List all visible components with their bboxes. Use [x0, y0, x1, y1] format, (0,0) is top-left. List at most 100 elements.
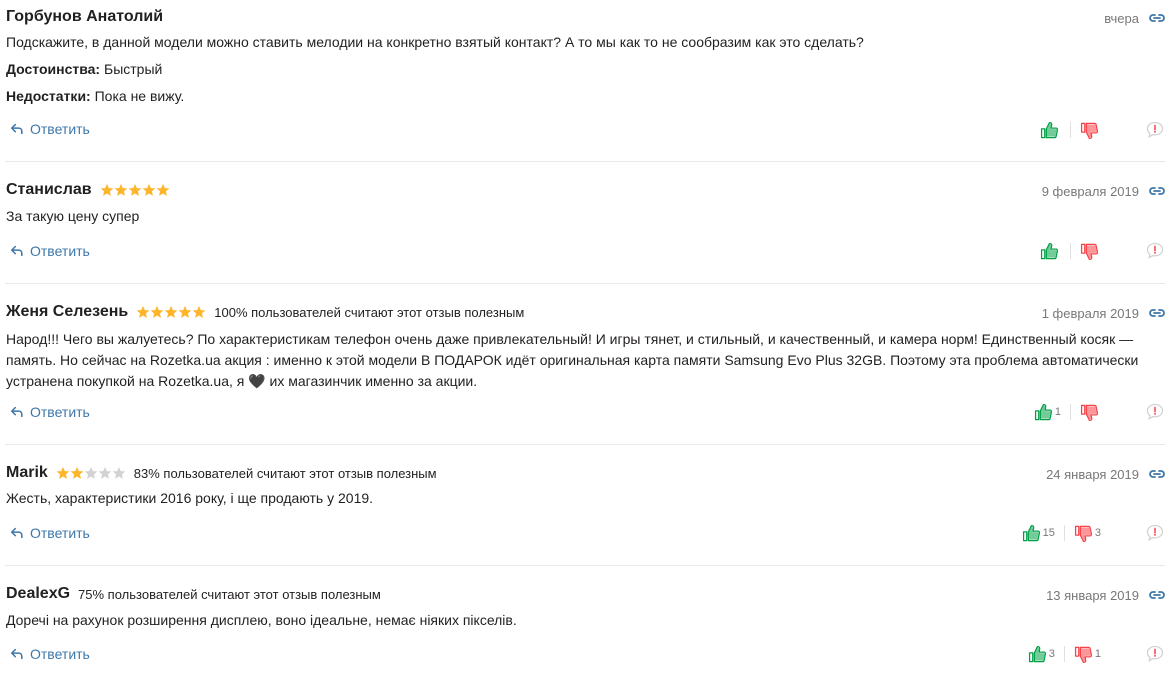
review-date: 1 февраля 2019 — [1041, 306, 1139, 321]
reply-label: Ответить — [30, 121, 90, 137]
complain-icon[interactable] — [1145, 644, 1165, 664]
dislike-button[interactable]: 3 — [1074, 524, 1101, 543]
like-button[interactable]: 15 — [1022, 524, 1055, 543]
review-date: 13 января 2019 — [1046, 588, 1139, 603]
like-button[interactable] — [1040, 242, 1061, 261]
star-filled-icon — [136, 305, 150, 319]
review-cons: Недостатки: Пока не вижу. — [6, 86, 1146, 107]
thumb-down-icon — [1074, 645, 1093, 664]
like-count: 15 — [1042, 527, 1055, 539]
review-date: 9 февраля 2019 — [1041, 184, 1139, 199]
dislike-button[interactable] — [1080, 242, 1101, 261]
thumb-up-icon — [1022, 524, 1041, 543]
review-text: Жесть, характеристики 2016 року, і ще пр… — [6, 490, 374, 506]
review-author: Горбунов Анатолий — [6, 8, 164, 25]
star-filled-icon — [100, 183, 114, 197]
star-filled-icon — [128, 183, 142, 197]
reply-label: Ответить — [30, 404, 90, 420]
link-icon[interactable] — [1149, 469, 1165, 479]
reply-icon — [10, 122, 24, 136]
star-filled-icon — [150, 305, 164, 319]
review-votes: 15 3 — [1022, 523, 1165, 543]
review-votes: 3 1 — [1028, 644, 1165, 664]
complain-icon[interactable] — [1145, 402, 1165, 422]
review-header: Станислав — [6, 180, 178, 200]
like-button[interactable] — [1040, 121, 1061, 140]
reply-label: Ответить — [30, 646, 90, 662]
star-filled-icon — [142, 183, 156, 197]
reply-icon — [10, 647, 24, 661]
star-filled-icon — [156, 183, 170, 197]
usefulness-text: 100% пользователей считают этот отзыв по… — [214, 304, 525, 320]
review-text: Доречі на рахунок розширення дисплею, во… — [6, 612, 517, 628]
review-text: За такую цену супер — [6, 208, 140, 224]
star-empty-icon — [84, 466, 98, 480]
like-button[interactable]: 3 — [1028, 645, 1055, 664]
review-author: DealexG — [6, 585, 71, 602]
review-divider — [5, 161, 1165, 162]
review-divider — [5, 565, 1165, 566]
thumb-up-icon — [1040, 121, 1059, 140]
rating-stars — [100, 183, 170, 197]
star-filled-icon — [164, 305, 178, 319]
review-date: 24 января 2019 — [1046, 467, 1139, 482]
pros-value: Быстрый — [104, 61, 163, 77]
review-text: Народ!!! Чего вы жалуетесь? По характери… — [6, 331, 1139, 389]
link-icon[interactable] — [1149, 590, 1165, 600]
review-header: Горбунов Анатолий — [6, 7, 171, 27]
reply-icon — [10, 526, 24, 540]
dislike-count: 1 — [1094, 648, 1101, 660]
reply-button[interactable]: Ответить — [10, 646, 90, 662]
vote-divider — [1070, 243, 1071, 259]
usefulness-text: 83% пользователей считают этот отзыв пол… — [133, 465, 437, 481]
rating-stars — [136, 305, 206, 319]
link-icon[interactable] — [1149, 186, 1165, 196]
review-votes: 1 — [1034, 402, 1165, 422]
complain-icon[interactable] — [1145, 241, 1165, 261]
vote-divider — [1063, 525, 1065, 541]
complain-icon[interactable] — [1145, 523, 1165, 543]
thumb-up-icon — [1028, 645, 1047, 664]
thumb-down-icon — [1080, 242, 1099, 261]
rating-stars — [56, 466, 126, 480]
like-count: 1 — [1054, 406, 1061, 418]
cons-label: Недостатки: — [6, 88, 91, 104]
pros-label: Достоинства: — [6, 61, 101, 77]
vote-divider — [1063, 646, 1065, 662]
dislike-button[interactable] — [1080, 403, 1101, 422]
link-icon[interactable] — [1149, 13, 1165, 23]
like-button[interactable]: 1 — [1034, 403, 1061, 422]
star-empty-icon — [98, 466, 112, 480]
thumb-down-icon — [1080, 121, 1099, 140]
review-text: Подскажите, в данной модели можно ставит… — [6, 34, 864, 50]
vote-divider — [1070, 404, 1071, 420]
star-filled-icon — [114, 183, 128, 197]
thumb-down-icon — [1080, 403, 1099, 422]
thumb-down-icon — [1074, 524, 1093, 543]
dislike-button[interactable] — [1080, 121, 1101, 140]
review-author: Marik — [6, 464, 48, 481]
link-icon[interactable] — [1149, 308, 1165, 318]
review-header: Женя Селезень 100% пользователей считают… — [6, 302, 524, 322]
review-votes — [1040, 120, 1165, 140]
reply-button[interactable]: Ответить — [10, 121, 90, 137]
reply-button[interactable]: Ответить — [10, 404, 90, 420]
review-header: DealexG 75% пользователей считают этот о… — [6, 584, 381, 604]
cons-value: Пока не вижу. — [94, 88, 185, 104]
like-count: 3 — [1048, 648, 1055, 660]
complain-icon[interactable] — [1145, 120, 1165, 140]
reply-icon — [10, 244, 24, 258]
star-filled-icon — [70, 466, 84, 480]
star-empty-icon — [112, 466, 126, 480]
reply-label: Ответить — [30, 243, 90, 259]
reply-label: Ответить — [30, 525, 90, 541]
vote-divider — [1070, 122, 1071, 138]
review-divider — [5, 444, 1165, 445]
review-header: Marik 83% пользователей считают этот отз… — [6, 463, 437, 483]
dislike-button[interactable]: 1 — [1074, 645, 1101, 664]
thumb-up-icon — [1040, 242, 1059, 261]
reply-button[interactable]: Ответить — [10, 525, 90, 541]
reply-icon — [10, 405, 24, 419]
reply-button[interactable]: Ответить — [10, 243, 90, 259]
review-pros: Достоинства: Быстрый — [6, 59, 1146, 80]
